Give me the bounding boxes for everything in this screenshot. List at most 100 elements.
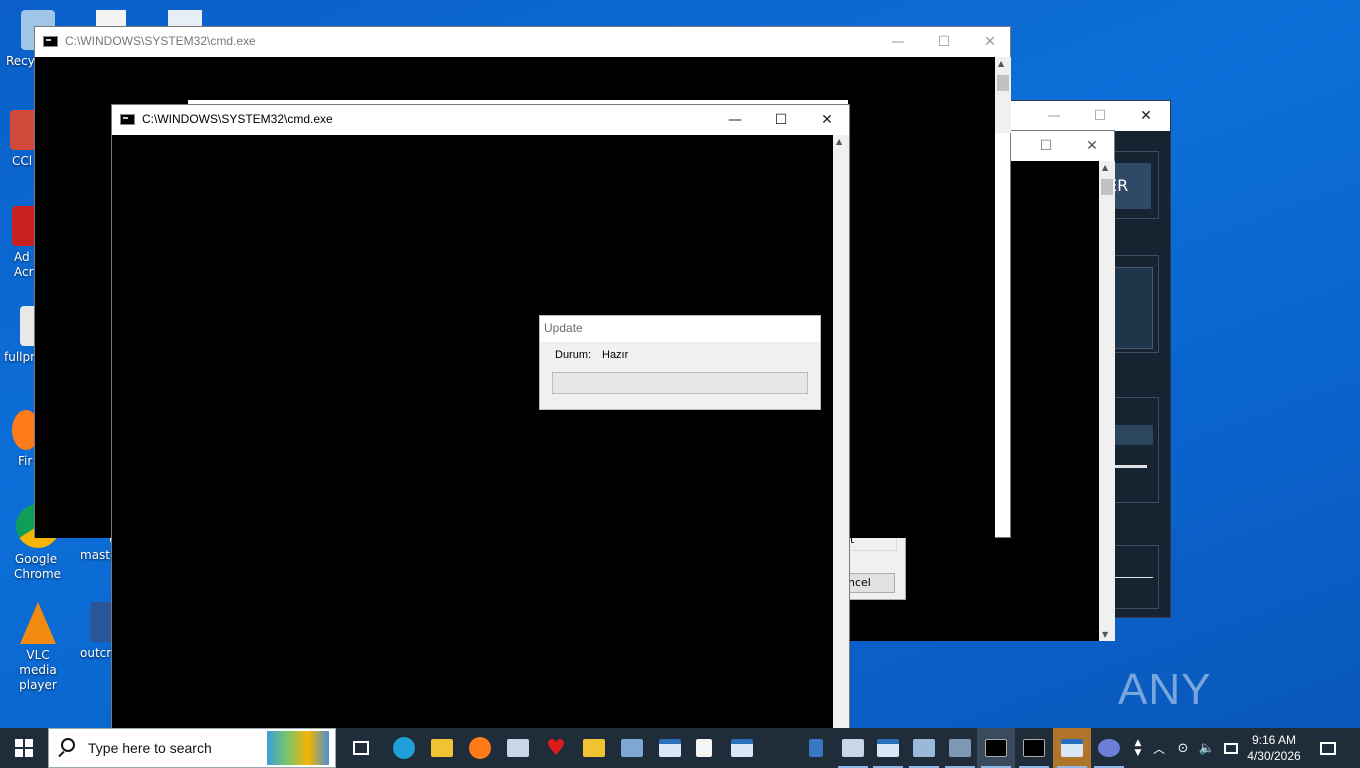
scroll-thumb[interactable] <box>997 75 1009 91</box>
tray-volume[interactable]: 🔈 <box>1196 728 1218 768</box>
scroll-up-icon[interactable]: ▲ <box>998 59 1004 68</box>
taskbar-app-window-3[interactable] <box>869 728 907 768</box>
taskbar-app-2[interactable] <box>834 728 872 768</box>
tray-network[interactable] <box>1220 728 1242 768</box>
clock-date: 4/30/2026 <box>1247 749 1301 763</box>
heart-icon: ♥ <box>546 735 566 761</box>
tray-overflow-button[interactable]: ︿ <box>1148 728 1170 768</box>
desktop-icon-label: Google Chrome <box>14 552 62 581</box>
search-handle <box>58 750 65 758</box>
speaker-icon: 🔈 <box>1198 740 1216 756</box>
scroll-thumb[interactable] <box>835 153 847 723</box>
chevron-down-icon: ▼ <box>1134 748 1142 758</box>
camera-icon: ⊙ <box>1177 740 1189 756</box>
taskbar-cmd-2[interactable] <box>1015 728 1053 768</box>
task-view-icon <box>353 741 369 755</box>
minimize-button[interactable]: — <box>1031 101 1077 131</box>
cmd-front-titlebar[interactable]: C:\WINDOWS\SYSTEM32\cmd.exe — ☐ ✕ <box>112 105 849 135</box>
dark-slider[interactable] <box>1111 465 1147 468</box>
minimize-button[interactable]: — <box>875 27 921 57</box>
taskbar-app-4[interactable] <box>941 728 979 768</box>
minimize-button[interactable]: — <box>712 105 758 135</box>
window-icon <box>659 739 681 757</box>
taskbar-app-notepad[interactable] <box>685 728 723 768</box>
scroll-up-icon[interactable]: ▲ <box>1102 163 1108 172</box>
window-icon <box>731 739 753 757</box>
desktop-icon-label: VLC media player <box>19 648 57 692</box>
close-button[interactable]: ✕ <box>967 27 1013 57</box>
taskbar-edge[interactable] <box>385 728 423 768</box>
task-view-button[interactable] <box>342 728 380 768</box>
console-output[interactable] <box>112 135 833 730</box>
taskbar-app-3[interactable] <box>905 728 943 768</box>
taskbar-search-box[interactable]: Type here to search <box>48 728 336 768</box>
cmd-icon <box>43 36 58 47</box>
start-button[interactable] <box>0 728 48 768</box>
lock-icon <box>809 739 823 757</box>
taskbar-firefox[interactable] <box>461 728 499 768</box>
button-label: ncel <box>848 576 871 589</box>
folder-icon <box>583 739 605 757</box>
taskbar-clock[interactable]: 9:16 AM 4/30/2026 <box>1244 730 1304 766</box>
taskbar-scroll[interactable]: ▲ ▼ <box>1130 728 1146 768</box>
vertical-scrollbar[interactable]: ▲ ▼ <box>1099 161 1115 641</box>
notifications-button[interactable] <box>1310 728 1346 768</box>
update-dialog[interactable]: Update Durum: Hazır <box>539 315 821 410</box>
close-button[interactable]: ✕ <box>1069 131 1115 161</box>
app-icon <box>507 739 529 757</box>
taskbar-app-folder[interactable] <box>575 728 613 768</box>
close-button[interactable]: ✕ <box>1123 101 1169 131</box>
chevron-up-icon: ▲ <box>1134 738 1142 748</box>
taskbar-app-lock[interactable] <box>797 728 835 768</box>
app-icon <box>913 739 935 757</box>
network-icon <box>1224 742 1238 754</box>
window-title: C:\WINDOWS\SYSTEM32\cmd.exe <box>142 112 333 126</box>
taskbar-file-explorer[interactable] <box>423 728 461 768</box>
tray-meet-now[interactable]: ⊙ <box>1172 728 1194 768</box>
scroll-thumb[interactable] <box>1101 179 1113 195</box>
taskbar-app-window-4[interactable] <box>1053 728 1091 768</box>
taskbar-app-heart[interactable]: ♥ <box>537 728 575 768</box>
vlc-icon <box>20 602 56 644</box>
firefox-icon <box>469 737 491 759</box>
cmd-icon <box>1023 739 1045 757</box>
maximize-button[interactable]: ☐ <box>758 105 804 135</box>
edge-icon <box>393 737 415 759</box>
update-progress-bar <box>552 372 808 394</box>
desktop-icon-vlc[interactable]: VLC media player <box>0 602 76 693</box>
app-icon <box>949 739 971 757</box>
desktop-icon-label: Ad Acr <box>14 250 34 279</box>
taskbar-app-window[interactable] <box>651 728 689 768</box>
taskbar-app-window-2[interactable] <box>723 728 761 768</box>
status-value: Hazır <box>602 349 629 361</box>
scroll-up-icon[interactable]: ▲ <box>836 137 842 146</box>
maximize-button[interactable]: ☐ <box>1077 101 1123 131</box>
cmd-icon <box>120 114 135 125</box>
dark-input[interactable] <box>1111 425 1153 445</box>
cmd-window-front[interactable]: C:\WINDOWS\SYSTEM32\cmd.exe — ☐ ✕ ▲ <box>111 104 850 730</box>
maximize-button[interactable]: ☐ <box>1023 131 1069 161</box>
chevron-up-icon: ︿ <box>1152 741 1165 756</box>
taskbar-cmd-1[interactable] <box>977 728 1015 768</box>
dark-divider <box>1111 577 1153 578</box>
network-icon <box>621 739 643 757</box>
clock-time: 9:16 AM <box>1251 733 1297 747</box>
scroll-down-icon[interactable]: ▼ <box>1102 630 1108 639</box>
app-icon <box>842 739 864 757</box>
notification-icon <box>1320 741 1336 755</box>
window-title: C:\WINDOWS\SYSTEM32\cmd.exe <box>65 34 256 48</box>
dark-inner-panel <box>1111 267 1153 349</box>
window-icon <box>877 739 899 757</box>
taskbar-app-5[interactable] <box>1090 728 1128 768</box>
vertical-scrollbar[interactable]: ▲ <box>833 135 849 730</box>
puzzle-icon <box>267 731 329 765</box>
close-button[interactable]: ✕ <box>804 105 850 135</box>
cmd-back-titlebar[interactable]: C:\WINDOWS\SYSTEM32\cmd.exe — ☐ ✕ <box>35 27 1010 57</box>
notepad-icon <box>696 739 712 757</box>
taskbar-app-1[interactable] <box>499 728 537 768</box>
search-placeholder: Type here to search <box>88 740 212 756</box>
maximize-button[interactable]: ☐ <box>921 27 967 57</box>
taskbar-app-network[interactable] <box>613 728 651 768</box>
vertical-scrollbar[interactable]: ▲ <box>995 57 1011 133</box>
update-dialog-title: Update <box>540 316 820 342</box>
